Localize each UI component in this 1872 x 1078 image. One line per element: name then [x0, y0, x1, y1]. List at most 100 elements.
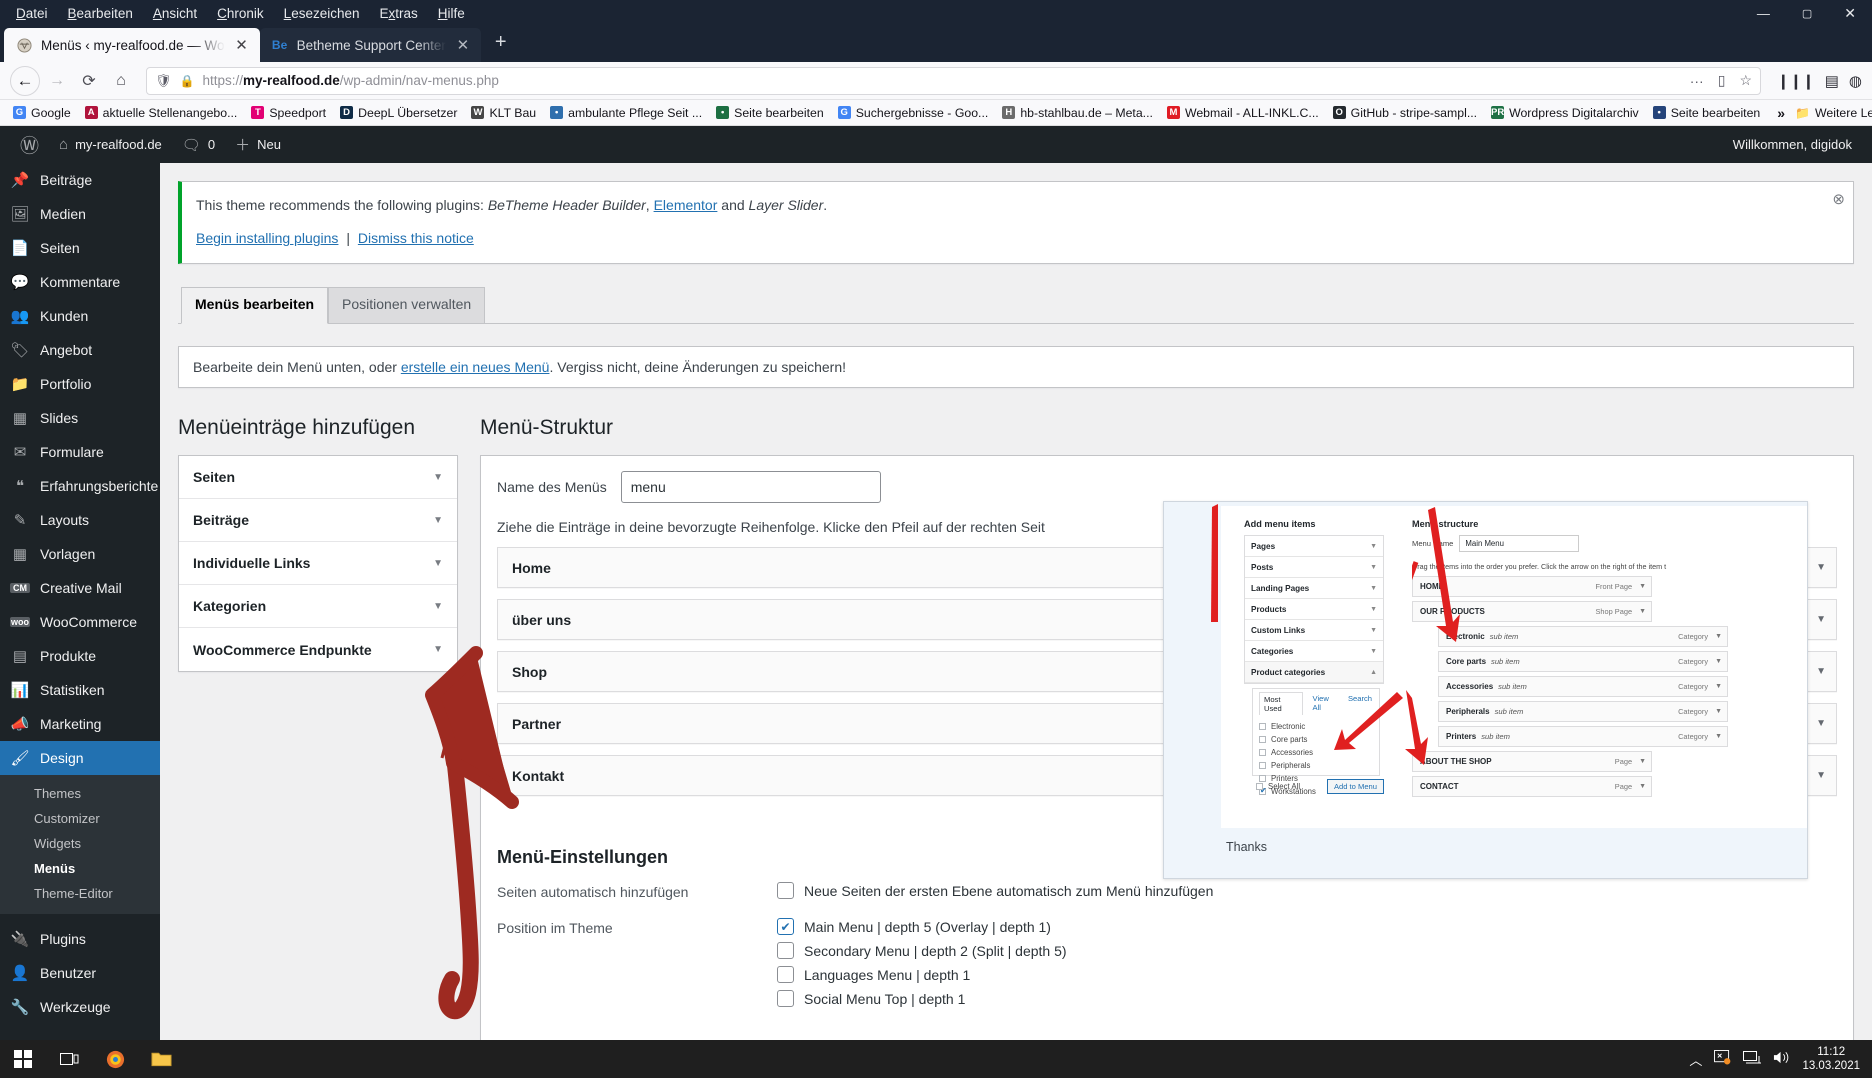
bookmark-item[interactable]: PR Wordpress Digitalarchiv [1484, 104, 1646, 122]
menu-extras[interactable]: Extras [370, 3, 428, 24]
sidebar-item-erfahrungsberichte[interactable]: ❝ Erfahrungsberichte [0, 469, 160, 503]
overlay-panel-products[interactable]: Products ▼ [1245, 599, 1383, 620]
overlay-add-to-menu-button[interactable]: Add to Menu [1326, 779, 1384, 794]
chevron-down-icon[interactable]: ▼ [433, 644, 443, 655]
checkbox[interactable] [777, 918, 794, 936]
overlay-select-all-checkbox[interactable] [1256, 783, 1263, 790]
network-icon[interactable] [1743, 1050, 1763, 1068]
sidebar-item-angebot[interactable]: 🏷 Angebot [0, 333, 160, 367]
sidebar-item-seiten[interactable]: 📄 Seiten [0, 231, 160, 265]
overlay-category-item[interactable]: Accessories [1259, 746, 1373, 759]
address-bar[interactable]: 🛡 🔒 https://my-realfood.de/wp-admin/nav-… [146, 66, 1761, 95]
bookmark-item[interactable]: Aaktuelle Stellenangebo... [78, 104, 245, 122]
overlay-tab-view-all[interactable]: View All [1312, 692, 1338, 715]
overlay-panel-custom-links[interactable]: Custom Links ▼ [1245, 620, 1383, 641]
more-bookmarks-label[interactable]: Weitere Lesez [1815, 106, 1872, 120]
chevron-down-icon[interactable]: ▼ [1715, 733, 1722, 740]
site-name-button[interactable]: ⌂ my-realfood.de [49, 126, 172, 163]
explorer-icon[interactable] [138, 1040, 184, 1078]
new-content-button[interactable]: ＋ Neu [225, 126, 291, 163]
reload-button[interactable]: ⟳ [74, 66, 104, 96]
sidebar-item-portfolio[interactable]: 📁 Portfolio [0, 367, 160, 401]
bookmark-item[interactable]: M Webmail - ALL-INKL.C... [1160, 104, 1326, 122]
comments-button[interactable]: 🗨 0 [172, 126, 225, 163]
checkbox[interactable] [777, 942, 794, 960]
dismiss-notice-link[interactable]: Dismiss this notice [358, 230, 474, 246]
chevron-down-icon[interactable]: ▼ [1816, 770, 1826, 781]
theme-position-option[interactable]: Languages Menu | depth 1 [777, 966, 1067, 984]
elementor-link[interactable]: Elementor [654, 197, 718, 213]
shield-icon[interactable]: 🛡 [155, 73, 172, 89]
chevron-down-icon[interactable]: ▼ [1639, 783, 1646, 790]
submenu-item-customizer[interactable]: Customizer [0, 806, 160, 831]
chevron-down-icon[interactable]: ▼ [1816, 614, 1826, 625]
chevron-down-icon[interactable]: ▼ [1639, 608, 1646, 615]
overlay-menu-item[interactable]: CONTACT Page ▼ [1412, 776, 1652, 797]
overlay-select-all[interactable]: Select All [1256, 780, 1300, 793]
sidebar-item-marketing[interactable]: 📣 Marketing [0, 707, 160, 741]
sidebar-item-benutzer[interactable]: 👤 Benutzer [0, 956, 160, 990]
bookmark-item[interactable]: • Seite bearbeiten [709, 104, 831, 122]
chevron-down-icon[interactable]: ▼ [1639, 583, 1646, 590]
window-maximize-button[interactable]: ▢ [1786, 3, 1828, 24]
checkbox[interactable] [1259, 762, 1266, 769]
bookmark-item[interactable]: D DeepL Übersetzer [333, 104, 464, 122]
overlay-panel-categories[interactable]: Categories ▼ [1245, 641, 1383, 662]
bookmark-item[interactable]: G Google [6, 104, 78, 122]
sidebar-icon[interactable]: ▤ [1825, 72, 1839, 90]
checkbox[interactable] [777, 990, 794, 1008]
account-icon[interactable]: ◍ [1849, 72, 1862, 90]
chevron-down-icon[interactable]: ▼ [433, 601, 443, 612]
overlay-menu-item[interactable]: ABOUT THE SHOP Page ▼ [1412, 751, 1652, 772]
menu-lesezeichen[interactable]: Lesezeichen [274, 3, 370, 24]
theme-position-option[interactable]: Secondary Menu | depth 2 (Split | depth … [777, 942, 1067, 960]
bookmark-star-icon[interactable]: ☆ [1739, 72, 1752, 89]
accordion-individuelle-links[interactable]: Individuelle Links ▼ [179, 542, 457, 586]
sidebar-item-slides[interactable]: ▦ Slides [0, 401, 160, 435]
theme-position-option[interactable]: Social Menu Top | depth 1 [777, 990, 1067, 1008]
menu-bearbeiten[interactable]: Bearbeiten [58, 3, 143, 24]
chevron-down-icon[interactable]: ▼ [1715, 633, 1722, 640]
tab-menus-bearbeiten[interactable]: Menüs bearbeiten [181, 287, 329, 324]
chevron-up-icon[interactable]: ︿ [1689, 1050, 1702, 1069]
chevron-down-icon[interactable]: ▼ [1715, 683, 1722, 690]
volume-icon[interactable] [1773, 1050, 1790, 1068]
sidebar-item-medien[interactable]: 🖼 Medien [0, 197, 160, 231]
chevron-down-icon[interactable]: ▼ [433, 558, 443, 569]
sidebar-item-statistiken[interactable]: 📊 Statistiken [0, 673, 160, 707]
overlay-panel-posts[interactable]: Posts ▼ [1245, 557, 1383, 578]
overlay-menu-item[interactable]: Accessories sub item Category ▼ [1438, 676, 1728, 697]
chevron-down-icon[interactable]: ▼ [433, 515, 443, 526]
submenu-item-theme-editor[interactable]: Theme-Editor [0, 881, 160, 906]
overlay-menu-item[interactable]: OUR PRODUCTS Shop Page ▼ [1412, 601, 1652, 622]
chevron-down-icon[interactable]: ▼ [1816, 718, 1826, 729]
accordion-beitr-ge[interactable]: Beiträge ▼ [179, 499, 457, 543]
sidebar-item-vorlagen[interactable]: ▦ Vorlagen [0, 537, 160, 571]
forward-button[interactable]: → [42, 66, 72, 96]
menu-ansicht[interactable]: Ansicht [143, 3, 207, 24]
menu-name-input[interactable] [620, 471, 881, 504]
sidebar-item-design[interactable]: 🖌 Design [0, 741, 160, 775]
close-icon[interactable]: ✕ [455, 36, 471, 54]
reader-icon[interactable]: ▯ [1718, 72, 1726, 89]
tab-wordpress-menus[interactable]: Menüs ‹ my-realfood.de — Wo ✕ [4, 28, 260, 62]
accordion-woocommerce-endpunkte[interactable]: WooCommerce Endpunkte ▼ [179, 628, 457, 671]
bookmark-item[interactable]: • ambulante Pflege Seit ... [543, 104, 709, 122]
overlay-panel-pages[interactable]: Pages ▼ [1245, 536, 1383, 557]
sidebar-item-kunden[interactable]: 👥 Kunden [0, 299, 160, 333]
overlay-category-item[interactable]: Electronic [1259, 720, 1373, 733]
chevron-down-icon[interactable]: ▼ [1639, 758, 1646, 765]
chevron-down-icon[interactable]: ▼ [1816, 562, 1826, 573]
overlay-menu-item[interactable]: Electronic sub item Category ▼ [1438, 626, 1728, 647]
sidebar-item-kommentare[interactable]: 💬 Kommentare [0, 265, 160, 299]
library-icon[interactable]: ❙❙❙ [1777, 72, 1815, 90]
new-tab-button[interactable]: + [481, 31, 521, 58]
close-icon[interactable]: ✕ [234, 36, 250, 54]
overlay-category-item[interactable]: Peripherals [1259, 759, 1373, 772]
auto-add-checkbox[interactable] [777, 882, 794, 900]
overlay-menu-item[interactable]: Peripherals sub item Category ▼ [1438, 701, 1728, 722]
overlay-category-item[interactable]: Core parts [1259, 733, 1373, 746]
window-minimize-button[interactable]: — [1741, 2, 1786, 25]
wp-logo-button[interactable]: Ⓦ [10, 126, 49, 163]
windows-icon[interactable] [0, 1040, 46, 1078]
